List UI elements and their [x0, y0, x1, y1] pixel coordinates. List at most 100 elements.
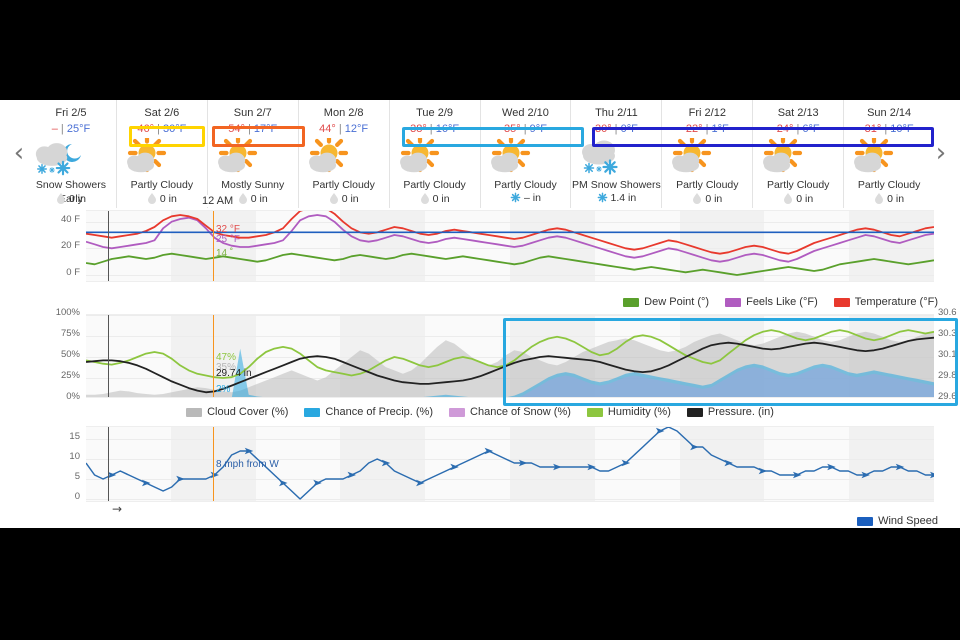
- day-temp-separator: |: [247, 123, 251, 135]
- day-date: Sun 2/14: [867, 107, 912, 119]
- snowflake-icon: [510, 192, 521, 203]
- legend-item[interactable]: Pressure. (in): [686, 406, 774, 418]
- y-axis-tick: 15: [69, 431, 80, 442]
- day-date: Sat 2/13: [777, 107, 819, 119]
- legend-swatch: [304, 407, 321, 417]
- day-temp-separator: |: [705, 123, 709, 135]
- day-high-temp: 44°: [319, 123, 336, 135]
- raindrop-icon: [420, 192, 430, 204]
- day-column[interactable]: Thu 2/11 30° | 0°F PM Snow Showers 1.4 i…: [570, 100, 661, 213]
- day-column[interactable]: Sun 2/14 31° | 10°F Partly Cloudy 0 in: [843, 100, 934, 213]
- conditions-chart[interactable]: 0% 25% 50% 75% 100% 29.6 29.8 30.1 30.3 30.6 47% 35…: [0, 307, 960, 402]
- day-column[interactable]: Sun 2/7 54° | 17°F Mostly Sunny 0 in: [206, 100, 298, 213]
- day-condition: Partly Cloudy: [857, 179, 921, 191]
- legend-swatch: [686, 407, 703, 417]
- day-temp-separator: |: [884, 123, 888, 135]
- y-axis-tick: 50%: [60, 349, 80, 360]
- temperature-chart[interactable]: 0 F 20 F 40 F 32 °F 25 °F 14 ˚: [0, 208, 960, 292]
- legend-item[interactable]: Chance of Snow (%): [449, 406, 571, 418]
- partly-cloudy-day-icon: [481, 138, 571, 178]
- ten-day-forecast-strip: ‹ › Fri 2/5 – | 25°F Snow Showers Early …: [0, 100, 960, 213]
- raindrop-icon: [692, 192, 702, 204]
- day-date: Tue 2/9: [416, 107, 454, 119]
- day-temp-separator: |: [614, 123, 618, 135]
- raindrop-icon: [783, 192, 793, 204]
- legend-swatch: [623, 297, 640, 307]
- day-precipitation: 0 in: [662, 192, 752, 205]
- day-temperature-range: 35° | 9°F: [481, 122, 571, 137]
- conditions-chart-plot: [86, 314, 934, 398]
- day-temperature-range: 46° | 30°F: [117, 122, 207, 137]
- y-axis-tick: 0%: [66, 391, 80, 402]
- y-axis-tick-right: 29.8: [938, 370, 957, 381]
- y-axis-tick: 40 F: [60, 213, 80, 225]
- day-temperature-range: 38° | 16°F: [390, 122, 480, 137]
- y-axis-tick: 25%: [60, 370, 80, 381]
- day-high-temp: 46°: [137, 123, 154, 135]
- y-axis-tick: 10: [69, 451, 80, 462]
- day-precipitation: 0 in: [299, 192, 389, 205]
- legend-swatch: [449, 407, 466, 417]
- legend-item[interactable]: Wind Speed: [857, 515, 938, 527]
- legend-swatch: [186, 407, 203, 417]
- legend-item[interactable]: Chance of Precip. (%): [304, 406, 433, 418]
- legend-swatch: [725, 297, 742, 307]
- legend-swatch: [586, 407, 603, 417]
- day-date: Wed 2/10: [502, 107, 549, 119]
- day-condition: Partly Cloudy: [494, 179, 557, 191]
- wind-direction-arrow: [176, 475, 185, 483]
- day-temperature-range: 44° | 12°F: [299, 122, 389, 137]
- legend-item[interactable]: Humidity (%): [586, 406, 671, 418]
- day-column[interactable]: Fri 2/12 22° | 1°F Partly Cloudy 0 in: [661, 100, 752, 213]
- day-condition: Snow Showers Early: [35, 179, 106, 205]
- cursor-value-annotation: 2%: [216, 384, 231, 396]
- day-high-temp: 38°: [410, 123, 427, 135]
- day-precipitation: 0 in: [26, 192, 116, 205]
- legend-item[interactable]: Temperature (°F): [833, 296, 938, 308]
- day-temp-separator: |: [338, 123, 342, 135]
- y-axis-tick-right: 30.3: [938, 328, 957, 339]
- snowflake-icon: [597, 192, 608, 203]
- day-column[interactable]: Sat 2/13 24° | 6°F Partly Cloudy 0 in: [752, 100, 843, 213]
- day-column[interactable]: Tue 2/9 38° | 16°F Partly Cloudy 0 in: [388, 100, 480, 213]
- day-date: Mon 2/8: [323, 107, 364, 119]
- raindrop-icon: [329, 192, 339, 204]
- legend-item[interactable]: Dew Point (°): [623, 296, 709, 308]
- day-low-temp: 6°F: [802, 123, 820, 135]
- day-column[interactable]: Wed 2/10 35° | 9°F Partly Cloudy – in: [479, 100, 571, 213]
- y-axis-tick: 0 F: [66, 267, 80, 278]
- orange-cursor-line: [213, 427, 214, 501]
- legend-label: Chance of Snow (%): [470, 406, 571, 418]
- day-high-temp: 22°: [685, 123, 703, 135]
- legend-label: Wind Speed: [878, 515, 938, 527]
- day-date: Thu 2/11: [595, 107, 638, 119]
- day-date: Sat 2/6: [144, 107, 180, 119]
- y-axis-tick: 20 F: [60, 240, 80, 252]
- legend-item[interactable]: Cloud Cover (%): [186, 406, 288, 418]
- legend-label: Chance of Precip. (%): [325, 406, 434, 418]
- legend-item[interactable]: Feels Like (°F): [725, 296, 818, 308]
- day-condition: Partly Cloudy: [403, 179, 466, 191]
- legend-label: Temperature (°F): [854, 296, 938, 308]
- conditions-chart-legend: Cloud Cover (%) Chance of Precip. (%) Chan…: [0, 402, 960, 422]
- day-condition: Mostly Sunny: [221, 179, 285, 191]
- wind-direction-arrow: [758, 467, 768, 475]
- day-temperature-range: 22° | 1°F: [662, 122, 752, 137]
- day-column[interactable]: Mon 2/8 44° | 12°F Partly Cloudy 0 in: [297, 100, 389, 213]
- day-column[interactable]: Fri 2/5 – | 25°F Snow Showers Early 0 in: [26, 100, 116, 213]
- day-high-temp: 54°: [228, 123, 245, 135]
- wind-chart[interactable]: 0 5 10 15 8 mph from W →: [0, 422, 960, 516]
- day-low-temp: 1°F: [711, 123, 729, 135]
- cursor-value-annotation: 25 °F: [216, 233, 241, 245]
- day-low-temp: 17°F: [253, 123, 278, 135]
- day-precipitation: 0 in: [117, 192, 207, 205]
- wind-chart-plot: [86, 426, 934, 502]
- midnight-time-label: 12 AM: [200, 195, 236, 207]
- partly-cloudy-day-icon: [844, 138, 934, 178]
- day-temperature-range: 54° | 17°F: [208, 122, 298, 137]
- partly-cloudy-day-icon: [662, 138, 752, 178]
- day-column[interactable]: Sat 2/6 46° | 30°F Partly Cloudy 0 in: [115, 100, 207, 213]
- orange-cursor-line: [213, 315, 214, 397]
- partly-cloudy-day-icon: [117, 138, 207, 178]
- day-low-temp: 0°F: [620, 123, 638, 135]
